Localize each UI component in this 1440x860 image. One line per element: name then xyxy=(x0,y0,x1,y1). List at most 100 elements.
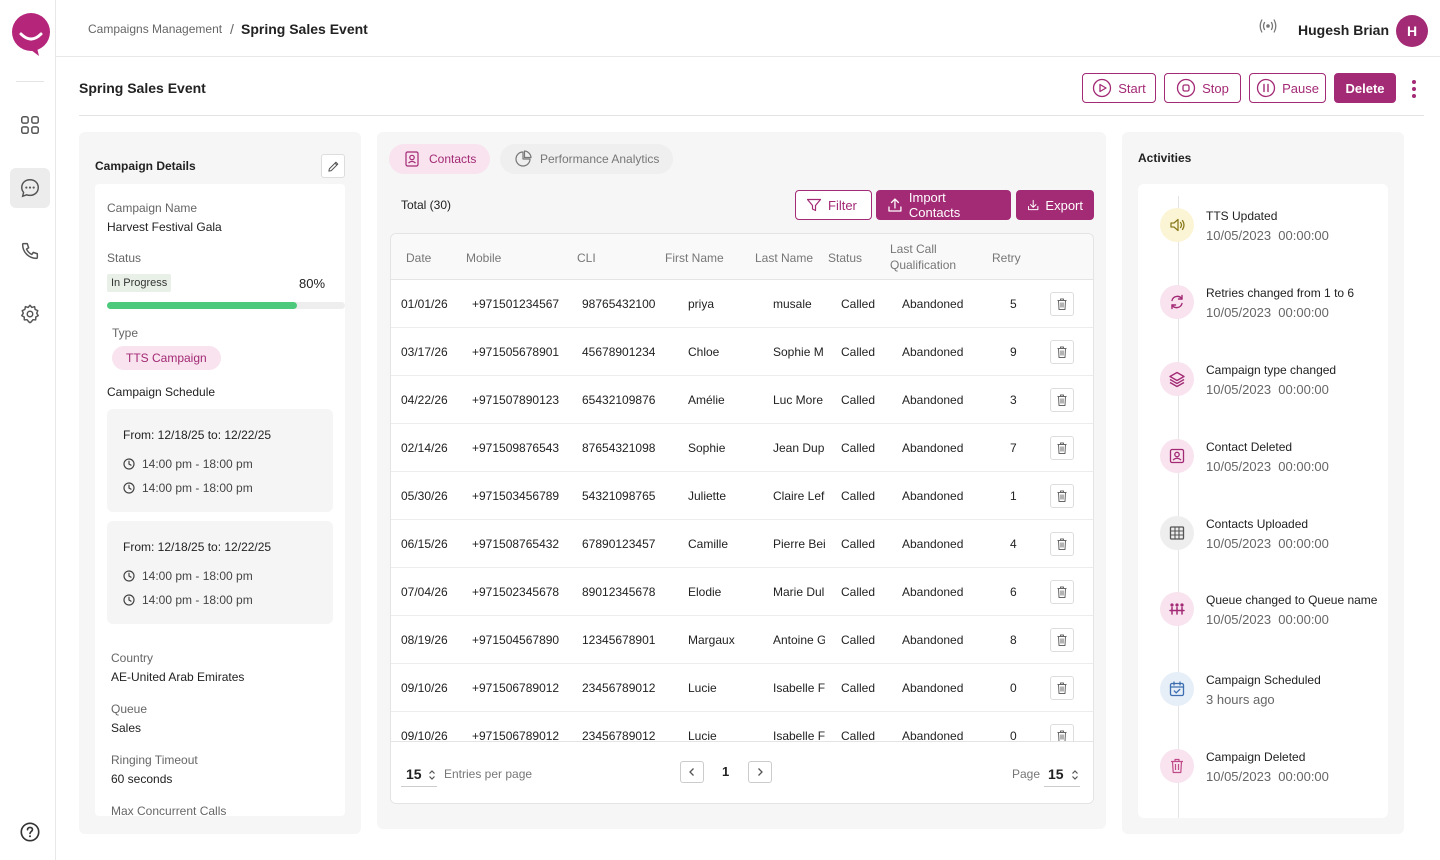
column-header-first-name[interactable]: First Name xyxy=(665,250,724,266)
user-name[interactable]: Hugesh Brian xyxy=(1298,22,1389,38)
table-cell: Abandoned xyxy=(902,393,964,407)
page-select[interactable]: 15 xyxy=(1048,766,1064,782)
stepper-icon[interactable] xyxy=(1071,769,1079,781)
sidebar-item-dashboard[interactable] xyxy=(10,105,50,145)
current-page-number[interactable]: 1 xyxy=(722,764,729,779)
activity-item: Campaign Scheduled 3 hours ago xyxy=(1160,672,1388,722)
table-cell: 8 xyxy=(1010,633,1017,647)
filter-button[interactable]: Filter xyxy=(795,190,872,220)
activity-title: Retries changed from 1 to 6 xyxy=(1206,286,1355,300)
table-cell: +971507890123 xyxy=(472,393,560,407)
table-row[interactable]: 03/17/26 +971505678901 45678901234 Chloe Sop… xyxy=(391,328,1093,376)
next-page-button[interactable] xyxy=(748,761,772,783)
schedule-slot-text: 14:00 pm - 18:00 pm xyxy=(142,481,253,495)
schedule-slot: 14:00 pm - 18:00 pm xyxy=(123,481,253,495)
table-cell: 08/19/26 xyxy=(401,633,448,647)
schedule-card: From: 12/18/25 to: 12/22/25 14:00 pm - 1… xyxy=(107,409,333,512)
column-header-last-name[interactable]: Last Name xyxy=(755,250,813,266)
avatar[interactable]: H xyxy=(1396,15,1428,47)
tab-performance-analytics[interactable]: Performance Analytics xyxy=(500,144,674,174)
pencil-icon xyxy=(327,161,338,172)
help-icon xyxy=(20,822,40,842)
export-button[interactable]: Export xyxy=(1016,190,1094,220)
table-cell: 01/01/26 xyxy=(401,297,448,311)
table-cell: 9 xyxy=(1010,345,1017,359)
delete-row-button[interactable] xyxy=(1050,436,1074,460)
table-cell: 67890123457 xyxy=(582,537,656,551)
export-label: Export xyxy=(1045,197,1083,213)
column-header-retry[interactable]: Retry xyxy=(992,250,1021,266)
table-cell: Called xyxy=(841,489,876,503)
more-options-icon[interactable] xyxy=(1408,78,1420,100)
breadcrumb-parent[interactable]: Campaigns Management xyxy=(88,22,222,36)
table-cell: 0 xyxy=(1010,681,1017,695)
schedule-range: From: 12/18/25 to: 12/22/25 xyxy=(123,540,272,554)
activities-title: Activities xyxy=(1138,151,1192,165)
table-cell: 12345678901 xyxy=(582,633,656,647)
upload-icon xyxy=(888,198,902,212)
entries-per-page-label: Entries per page xyxy=(444,767,533,781)
column-header-last-call-qualification[interactable]: Last Call Qualification xyxy=(890,241,980,273)
table-row[interactable]: 08/19/26 +971504567890 12345678901 Margaux A… xyxy=(391,616,1093,664)
column-header-mobile[interactable]: Mobile xyxy=(466,250,501,266)
prev-page-button[interactable] xyxy=(680,761,704,783)
trash-icon xyxy=(1057,634,1067,646)
activity-time: 10/05/2023 00:00:00 xyxy=(1206,305,1329,320)
entries-per-page-select[interactable]: 15 xyxy=(406,766,422,782)
stepper-icon[interactable] xyxy=(428,769,436,781)
delete-row-button[interactable] xyxy=(1050,724,1074,741)
sidebar-item-settings[interactable] xyxy=(10,294,50,334)
chevron-left-icon xyxy=(689,768,694,776)
table-cell: Abandoned xyxy=(902,681,964,695)
sidebar-item-campaigns[interactable] xyxy=(10,168,50,208)
table-cell: Called xyxy=(841,729,876,741)
delete-row-button[interactable] xyxy=(1050,580,1074,604)
delete-row-button[interactable] xyxy=(1050,292,1074,316)
broadcast-icon[interactable] xyxy=(1258,17,1278,35)
table-row[interactable]: 07/04/26 +971502345678 89012345678 Elodie Ma… xyxy=(391,568,1093,616)
delete-row-button[interactable] xyxy=(1050,532,1074,556)
sidebar-item-help[interactable] xyxy=(10,812,50,852)
page-label: Page xyxy=(1012,767,1041,781)
activity-title: Contacts Uploaded xyxy=(1206,517,1309,531)
refresh-icon xyxy=(1160,285,1194,319)
campaign-details-title: Campaign Details xyxy=(95,159,196,173)
delete-campaign-button[interactable]: Delete xyxy=(1334,73,1396,103)
delete-row-button[interactable] xyxy=(1050,628,1074,652)
table-cell: 65432109876 xyxy=(582,393,656,407)
table-cell: Called xyxy=(841,537,876,551)
entries-underline xyxy=(401,786,437,787)
table-row[interactable]: 02/14/26 +971509876543 87654321098 Sophie Je… xyxy=(391,424,1093,472)
import-contacts-label: Import Contacts xyxy=(908,190,961,220)
sidebar-item-calls[interactable] xyxy=(10,231,50,271)
delete-row-button[interactable] xyxy=(1050,388,1074,412)
delete-row-button[interactable] xyxy=(1050,484,1074,508)
column-header-status[interactable]: Status xyxy=(828,250,862,266)
page-title: Spring Sales Event xyxy=(79,80,206,96)
table-row[interactable]: 09/10/26 +971506789012 23456789012 Lucie Isa… xyxy=(391,712,1093,741)
column-header-date[interactable]: Date xyxy=(406,250,431,266)
start-button[interactable]: Start xyxy=(1082,73,1156,103)
delete-row-button[interactable] xyxy=(1050,340,1074,364)
table-cell: 4 xyxy=(1010,537,1017,551)
max-concurrent-label: Max Concurrent Calls xyxy=(111,804,227,816)
column-header-cli[interactable]: CLI xyxy=(577,250,596,266)
campaign-name-label: Campaign Name xyxy=(107,201,198,215)
table-row[interactable]: 01/01/26 +971501234567 98765432100 priya mus… xyxy=(391,280,1093,328)
table-row[interactable]: 06/15/26 +971508765432 67890123457 Camille P… xyxy=(391,520,1093,568)
table-row[interactable]: 09/10/26 +971506789012 23456789012 Lucie Isa… xyxy=(391,664,1093,712)
page-underline xyxy=(1044,786,1080,787)
edit-details-button[interactable] xyxy=(321,154,345,178)
table-row[interactable]: 05/30/26 +971503456789 54321098765 Juliette… xyxy=(391,472,1093,520)
tab-contacts[interactable]: Contacts xyxy=(389,144,491,174)
table-row[interactable]: 04/22/26 +971507890123 65432109876 Amélie Lu… xyxy=(391,376,1093,424)
table-cell: Antoine G xyxy=(773,633,825,647)
pause-button[interactable]: Pause xyxy=(1249,73,1326,103)
contacts-table: Date Mobile CLI First Name Last Name Sta… xyxy=(390,233,1094,804)
app-logo[interactable] xyxy=(11,12,51,56)
import-contacts-button[interactable]: Import Contacts xyxy=(876,190,1011,220)
tab-contacts-label: Contacts xyxy=(429,152,477,166)
delete-row-button[interactable] xyxy=(1050,676,1074,700)
stop-button[interactable]: Stop xyxy=(1164,73,1241,103)
table-cell: Claire Lef xyxy=(773,489,825,503)
